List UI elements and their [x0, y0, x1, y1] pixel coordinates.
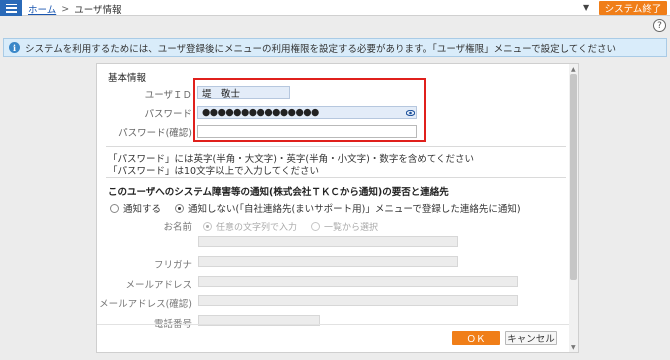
name-field: [198, 236, 458, 247]
furigana-field: [198, 256, 458, 267]
notify-radio[interactable]: [110, 203, 119, 213]
notify-option[interactable]: 通知する: [110, 201, 161, 215]
system-exit-button[interactable]: システム終了: [599, 1, 667, 15]
name-free-option: 任意の文字列で入力: [203, 220, 297, 233]
divider: [106, 177, 566, 178]
notify-label: 通知する: [123, 204, 162, 215]
divider: [106, 146, 566, 147]
cancel-button[interactable]: キャンセル: [505, 331, 557, 345]
name-list-option: 一覧から選択: [311, 220, 378, 233]
highlight-box: [193, 78, 426, 142]
phone-label: 電話番号: [92, 316, 192, 330]
no-notify-label: 通知しない(「自社連絡先(まいサポート用)」メニューで登録した連絡先に通知): [188, 204, 521, 215]
ok-button[interactable]: ＯＫ: [452, 331, 500, 345]
name-input-options: 任意の文字列で入力 一覧から選択: [203, 220, 392, 233]
furigana-label: フリガナ: [153, 260, 192, 271]
name-free-label: 任意の文字列で入力: [216, 223, 298, 233]
breadcrumb: ホーム > ユーザ情報: [28, 2, 122, 17]
notification-options: 通知する 通知しない(「自社連絡先(まいサポート用)」メニューで登録した連絡先に…: [110, 201, 535, 215]
email-label: メールアドレス: [125, 280, 192, 291]
email-confirm-field: [198, 295, 518, 306]
info-banner: i システムを利用するためには、ユーザ登録後にメニューの利用権限を設定する必要が…: [3, 38, 667, 57]
password-confirm-label: パスワード(確認): [118, 128, 192, 139]
hamburger-menu-icon[interactable]: [0, 0, 22, 16]
info-banner-text: システムを利用するためには、ユーザ登録後にメニューの利用権限を設定する必要があり…: [25, 43, 616, 55]
top-bar: ホーム > ユーザ情報 ▼ システム終了: [0, 0, 670, 16]
user-id-label: ユーザＩＤ: [144, 90, 192, 101]
email-confirm-label: メールアドレス(確認): [99, 299, 192, 310]
name-list-label: 一覧から選択: [324, 223, 379, 233]
breadcrumb-current: ユーザ情報: [74, 5, 122, 16]
password-note-2: 「パスワード」は10文字以上で入力してください: [108, 166, 320, 177]
email-field: [198, 276, 518, 287]
dialog-footer-divider: [97, 324, 569, 325]
name-list-radio: [311, 222, 321, 231]
name-label: お名前: [163, 222, 192, 233]
no-notify-radio[interactable]: [175, 203, 185, 213]
name-free-radio: [203, 222, 212, 231]
notification-title: このユーザへのシステム障害等の通知(株式会社ＴＫＣから通知)の要否と連絡先: [108, 187, 449, 198]
no-notify-option[interactable]: 通知しない(「自社連絡先(まいサポート用)」メニューで登録した連絡先に通知): [175, 201, 521, 215]
dropdown-arrow-icon[interactable]: ▼: [583, 3, 589, 12]
scroll-up-arrow-icon[interactable]: ▲: [571, 66, 576, 73]
info-icon: i: [9, 42, 20, 53]
breadcrumb-separator: >: [61, 3, 70, 15]
breadcrumb-home-link[interactable]: ホーム: [28, 2, 56, 16]
scroll-down-arrow-icon[interactable]: ▼: [571, 344, 576, 351]
scrollbar-thumb[interactable]: [570, 74, 577, 280]
password-label: パスワード: [144, 109, 192, 120]
basic-info-title: 基本情報: [108, 73, 147, 84]
help-icon[interactable]: ?: [653, 19, 666, 32]
